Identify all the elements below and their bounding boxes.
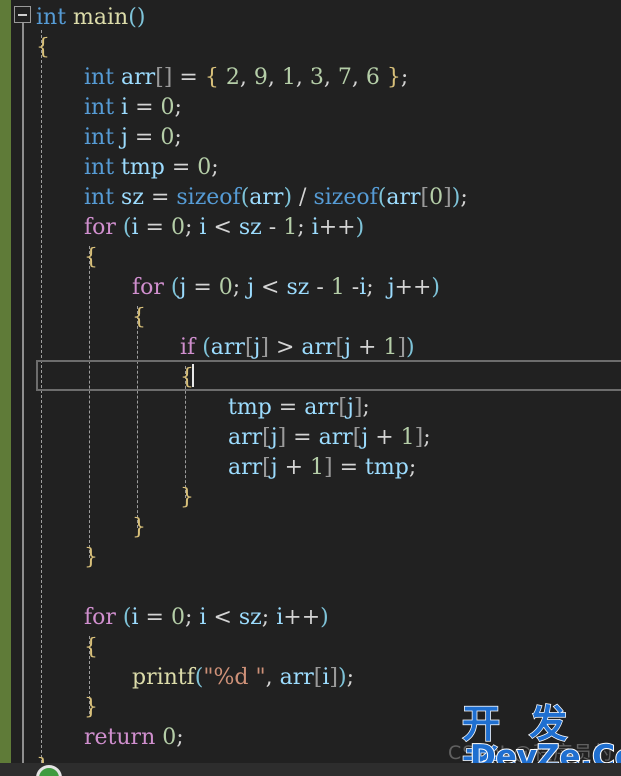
code-line: int i = 0;	[84, 95, 182, 120]
code-line: if (arr[j] > arr[j + 1])	[180, 335, 415, 360]
change-indicator-bar	[0, 0, 11, 776]
code-line: arr[j + 1] = tmp;	[228, 455, 417, 480]
indent-guide-3	[137, 306, 138, 528]
code-line: for (j = 0; j < sz - 1 -i; j++)	[132, 275, 440, 300]
minus-glyph	[18, 14, 27, 16]
code-line: {	[84, 245, 98, 270]
text-caret	[192, 364, 194, 387]
code-line: int tmp = 0;	[84, 155, 219, 180]
outlining-vertical-line	[22, 23, 24, 768]
code-line: for (i = 0; i < sz - 1; i++)	[84, 215, 365, 240]
collapse-region-icon[interactable]	[14, 6, 31, 23]
code-line: int j = 0;	[84, 125, 182, 150]
code-line: for (i = 0; i < sz; i++)	[84, 605, 329, 630]
indent-guide-1	[41, 30, 42, 768]
code-line: }	[84, 695, 98, 720]
code-line: int main()	[36, 5, 146, 30]
code-line: }	[84, 545, 98, 570]
bottom-strip	[0, 763, 621, 776]
code-line: {	[84, 635, 98, 660]
code-line: }	[132, 515, 146, 540]
code-line: tmp = arr[j];	[228, 395, 370, 420]
code-editor-window: int main() { int arr[] = { 2, 9, 1, 3, 7, …	[0, 0, 621, 776]
indent-guide-2	[89, 246, 90, 558]
code-line: printf("%d ", arr[i]);	[132, 665, 355, 690]
code-line: {	[132, 305, 146, 330]
code-line: }	[180, 485, 194, 510]
code-line: int arr[] = { 2, 9, 1, 3, 7, 6 };	[84, 65, 409, 90]
code-line: return 0;	[84, 725, 184, 750]
code-line: {	[36, 35, 50, 60]
code-line: int sz = sizeof(arr) / sizeof(arr[0]);	[84, 185, 468, 210]
code-line: arr[j] = arr[j + 1];	[228, 425, 431, 450]
